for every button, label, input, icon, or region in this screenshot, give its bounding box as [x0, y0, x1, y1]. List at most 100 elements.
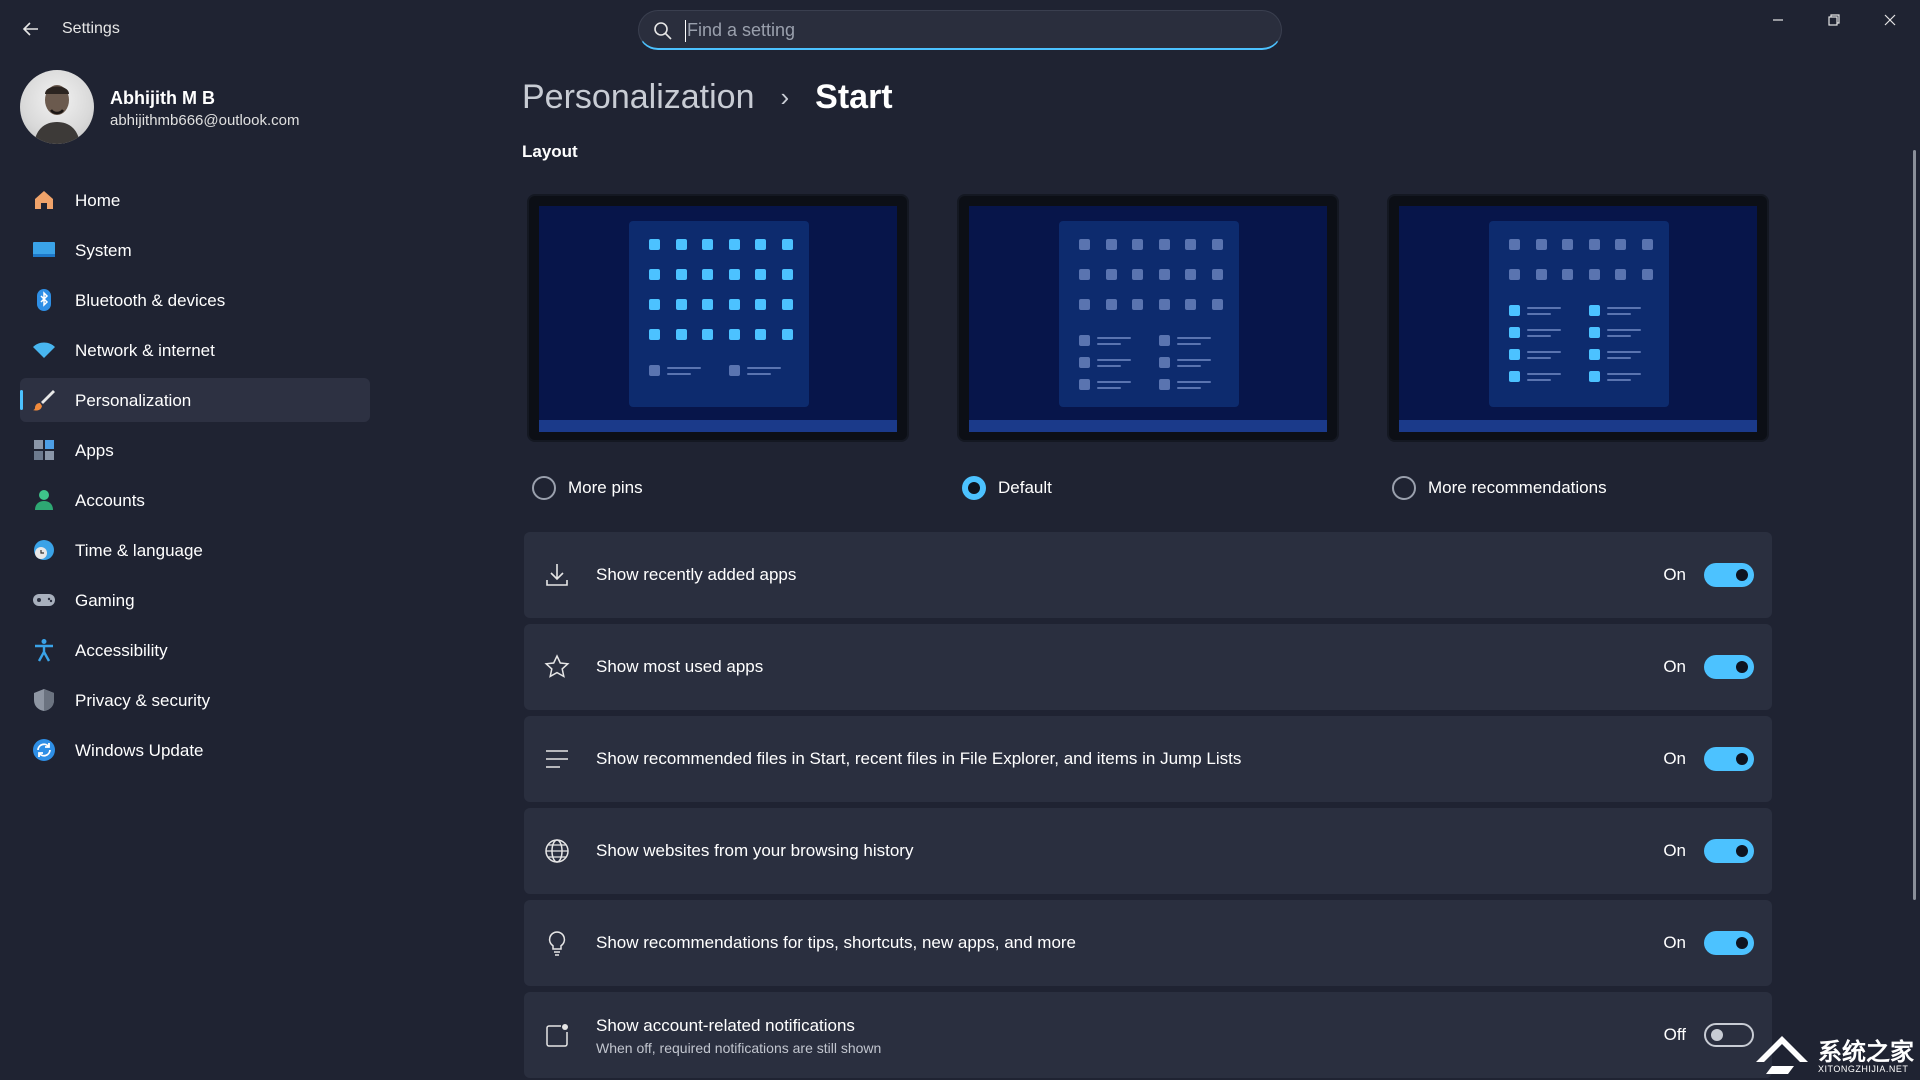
- recommendation-tile: [1079, 379, 1090, 390]
- sidebar-item-windows-update[interactable]: Windows Update: [20, 728, 370, 772]
- sidebar-item-time-language[interactable]: Time & language: [20, 528, 370, 572]
- pin-tile: [781, 269, 793, 280]
- recommendation-tile: [1509, 349, 1520, 360]
- close-button[interactable]: [1862, 0, 1918, 40]
- sidebar-item-privacy-security[interactable]: Privacy & security: [20, 678, 370, 722]
- recommendation-line: [667, 373, 691, 375]
- recommendation-tile: [1589, 371, 1600, 382]
- setting-row-account-notifications[interactable]: Show account-related notifications When …: [524, 992, 1772, 1078]
- pin-tile: [649, 269, 660, 280]
- setting-row-tips-recommendations[interactable]: Show recommendations for tips, shortcuts…: [524, 900, 1772, 986]
- watermark-logo-icon: [1756, 1036, 1808, 1074]
- pin-tile: [1105, 239, 1117, 250]
- setting-row-recently-added-apps[interactable]: Show recently added apps On: [524, 532, 1772, 618]
- more-recommendations-radio[interactable]: [1392, 476, 1416, 500]
- pin-tile: [755, 269, 766, 280]
- sidebar-item-network[interactable]: Network & internet: [20, 328, 370, 372]
- recommendation-line: [1607, 307, 1641, 309]
- layout-preview-more-pins[interactable]: [527, 194, 909, 442]
- pin-tile: [1185, 239, 1196, 250]
- toggle-state-label: On: [1663, 841, 1686, 860]
- sidebar-item-label: Apps: [75, 441, 114, 460]
- layout-radio-row[interactable]: More recommendations: [1392, 474, 1607, 502]
- sidebar-item-accounts[interactable]: Accounts: [20, 478, 370, 522]
- recommendation-tile: [1589, 349, 1600, 360]
- browsing-history-toggle[interactable]: [1704, 839, 1754, 863]
- setting-label: Show websites from your browsing history: [596, 841, 914, 860]
- pin-tile: [1158, 269, 1170, 280]
- recommendation-line: [1177, 365, 1201, 367]
- pin-tile: [755, 239, 766, 250]
- pin-tile: [1211, 239, 1223, 250]
- setting-label: Show recently added apps: [596, 565, 797, 584]
- most-used-apps-toggle[interactable]: [1704, 655, 1754, 679]
- user-profile[interactable]: Abhijith M B abhijithmb666@outlook.com: [20, 70, 480, 146]
- pin-tile: [1562, 239, 1573, 250]
- avatar[interactable]: [20, 70, 94, 144]
- sidebar-item-bluetooth[interactable]: Bluetooth & devices: [20, 278, 370, 322]
- toggle-state-label: On: [1663, 749, 1686, 768]
- gamepad-icon: [33, 594, 55, 606]
- setting-row-recommended-files[interactable]: Show recommended files in Start, recent …: [524, 716, 1772, 802]
- pin-tile: [1535, 269, 1547, 280]
- pin-tile: [675, 299, 687, 310]
- layout-preview-default[interactable]: [957, 194, 1339, 442]
- pin-tile: [649, 299, 660, 310]
- default-radio[interactable]: [962, 476, 986, 500]
- minimize-button[interactable]: [1750, 0, 1806, 40]
- pin-tile: [728, 239, 740, 250]
- radio-label: More pins: [568, 478, 643, 497]
- pin-tile: [702, 269, 713, 280]
- recommendation-line: [1527, 313, 1551, 315]
- account-notifications-toggle[interactable]: [1704, 1023, 1754, 1047]
- more-pins-radio[interactable]: [532, 476, 556, 500]
- recommendation-line: [1607, 335, 1631, 337]
- layout-radio-row[interactable]: Default: [962, 474, 1052, 502]
- layout-preview-more-recommendations[interactable]: [1387, 194, 1769, 442]
- search-box[interactable]: [638, 10, 1282, 50]
- recommendation-line: [747, 367, 781, 369]
- layout-option-default[interactable]: Default: [952, 192, 1342, 512]
- recommendation-line: [1527, 379, 1551, 381]
- preview-screen: [969, 206, 1327, 432]
- restore-button[interactable]: [1806, 0, 1862, 40]
- recommendation-tile: [1509, 327, 1520, 338]
- recommendation-line: [1607, 373, 1641, 375]
- recommendation-line: [1177, 337, 1211, 339]
- scrollbar[interactable]: [1913, 150, 1916, 900]
- globe-icon: [545, 839, 569, 863]
- sidebar-item-home[interactable]: Home: [20, 178, 370, 222]
- sidebar-item-gaming[interactable]: Gaming: [20, 578, 370, 622]
- tips-recommendations-toggle[interactable]: [1704, 931, 1754, 955]
- recommendation-line: [1097, 343, 1121, 345]
- sidebar-item-personalization[interactable]: Personalization: [20, 378, 370, 422]
- search-input[interactable]: [687, 17, 1247, 43]
- app-title: Settings: [62, 20, 120, 37]
- recommendation-line: [1527, 357, 1551, 359]
- sidebar-item-accessibility[interactable]: Accessibility: [20, 628, 370, 672]
- preview-screen: [1399, 206, 1757, 432]
- recommendation-line: [1177, 387, 1201, 389]
- sidebar-item-system[interactable]: System: [20, 228, 370, 272]
- layout-radio-row[interactable]: More pins: [532, 474, 643, 502]
- setting-row-browsing-history[interactable]: Show websites from your browsing history…: [524, 808, 1772, 894]
- layout-option-more-pins[interactable]: More pins: [522, 192, 912, 512]
- layout-option-more-recommendations[interactable]: More recommendations: [1382, 192, 1772, 512]
- sidebar-item-apps[interactable]: Apps: [20, 428, 370, 472]
- sidebar-item-label: Network & internet: [75, 341, 215, 360]
- recommendation-tile: [1589, 305, 1600, 316]
- bluetooth-icon: [37, 289, 51, 311]
- recommendation-line: [1527, 329, 1561, 331]
- recommended-files-toggle[interactable]: [1704, 747, 1754, 771]
- breadcrumb-parent[interactable]: Personalization: [522, 78, 754, 117]
- setting-row-most-used-apps[interactable]: Show most used apps On: [524, 624, 1772, 710]
- back-button[interactable]: [16, 14, 46, 44]
- recommendation-tile: [1159, 335, 1170, 346]
- recently-added-apps-toggle[interactable]: [1704, 563, 1754, 587]
- setting-label: Show account-related notifications: [596, 1016, 855, 1035]
- restore-icon: [1828, 14, 1840, 26]
- star-icon: [544, 654, 570, 678]
- recommendation-tile: [729, 365, 740, 376]
- close-icon: [1884, 14, 1896, 26]
- toggle-knob: [1736, 569, 1748, 581]
